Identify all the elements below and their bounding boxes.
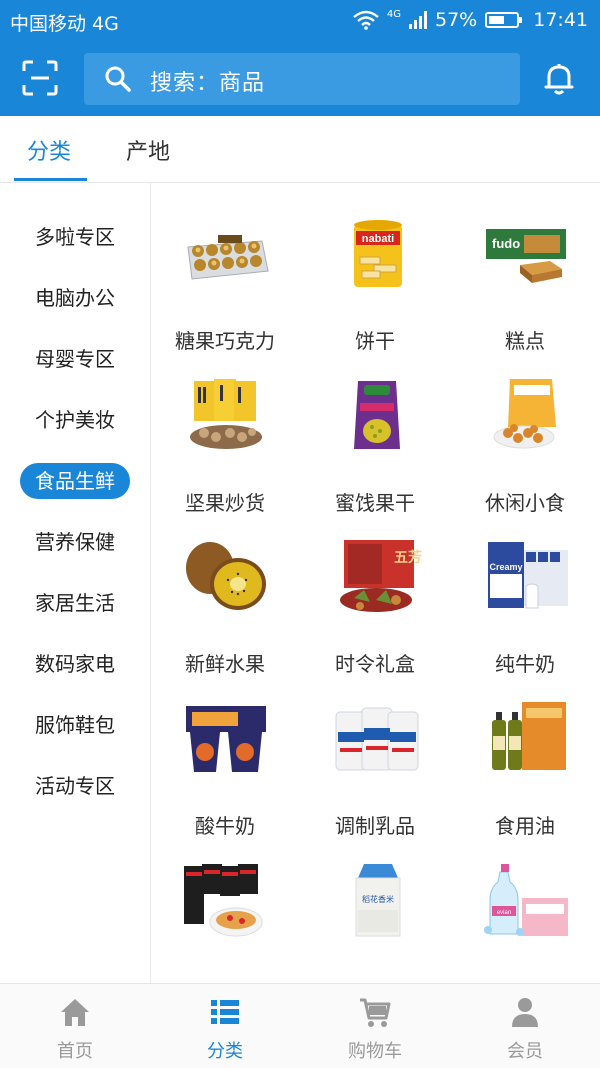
kiwi-fruit-image xyxy=(186,542,266,610)
shopping-cart-icon xyxy=(360,998,391,1027)
chocolate-box-image xyxy=(187,235,269,280)
category-item-nuts[interactable]: 坚果炒货 xyxy=(150,345,300,515)
nav-member[interactable]: 会员 xyxy=(450,984,600,1068)
scan-icon[interactable] xyxy=(22,60,58,96)
category-grid: 糖果巧克力 nabati 饼干 fudo 糕点 坚果炒货 蜜饯果干 休闲小食 新… xyxy=(150,183,600,983)
category-item-snacks[interactable]: 休闲小食 xyxy=(450,345,600,515)
sidebar-item-mother-baby[interactable]: 母婴专区 xyxy=(0,343,150,372)
sidebar-item-duola[interactable]: 多啦专区 xyxy=(0,221,150,250)
snack-bag-image xyxy=(493,379,556,449)
category-item-seasonal-gift[interactable]: 五芳 时令礼盒 xyxy=(300,506,450,676)
user-icon xyxy=(512,998,538,1027)
dried-fruit-bag-image xyxy=(354,381,400,449)
category-item-yogurt[interactable]: 酸牛奶 xyxy=(150,668,300,838)
nuts-bags-image xyxy=(190,379,262,449)
sidebar-item-personal-care[interactable]: 个护美妆 xyxy=(0,404,150,433)
sidebar-item-home-living[interactable]: 家居生活 xyxy=(0,587,150,616)
svg-text:稻花香米: 稻花香米 xyxy=(362,894,394,904)
yogurt-cups-image xyxy=(186,706,266,772)
nav-category[interactable]: 分类 xyxy=(150,984,300,1068)
sidebar-item-apparel[interactable]: 服饰鞋包 xyxy=(0,709,150,738)
sidebar-item-activity[interactable]: 活动专区 xyxy=(0,770,150,799)
milk-carton-image: Creamy xyxy=(488,542,568,609)
category-tabs: 分类 产地 xyxy=(0,116,600,183)
carrier-label: 中国移动 4G xyxy=(10,13,119,35)
category-item-candy-chocolate[interactable]: 糖果巧克力 xyxy=(150,183,300,353)
biscuit-can-image: nabati xyxy=(354,220,402,287)
list-icon xyxy=(211,1000,239,1024)
oil-bottles-image xyxy=(492,702,566,770)
category-item-pure-milk[interactable]: Creamy 纯牛奶 xyxy=(450,506,600,676)
home-icon xyxy=(61,999,89,1026)
search-icon xyxy=(105,66,131,92)
sidebar-item-food-fresh[interactable]: 食品生鲜 xyxy=(0,463,150,499)
category-item-dried-fruit[interactable]: 蜜饯果干 xyxy=(300,345,450,515)
category-item-dairy[interactable]: 调制乳品 xyxy=(300,668,450,838)
category-item-rice[interactable]: 稻花香米 xyxy=(300,830,450,983)
svg-text:fudo: fudo xyxy=(492,236,520,251)
bottom-navigation: 首页 分类 购物车 会员 xyxy=(0,983,600,1068)
category-sidebar: 多啦专区 电脑办公 母婴专区 个护美妆 食品生鲜 营养保健 家居生活 数码家电 … xyxy=(0,183,151,983)
svg-text:五芳: 五芳 xyxy=(394,549,422,566)
category-item-cooking-oil[interactable]: 食用油 xyxy=(450,668,600,838)
category-item-instant-noodles[interactable] xyxy=(150,830,300,983)
nav-cart[interactable]: 购物车 xyxy=(300,984,450,1068)
bell-icon[interactable] xyxy=(543,62,575,96)
tab-category[interactable]: 分类 xyxy=(27,134,71,166)
tab-origin[interactable]: 产地 xyxy=(126,134,170,166)
svg-text:nabati: nabati xyxy=(362,233,394,245)
wifi-icon xyxy=(353,10,379,30)
nav-home[interactable]: 首页 xyxy=(0,984,150,1068)
rice-bag-image: 稻花香米 xyxy=(355,864,401,937)
category-item-pastry[interactable]: fudo 糕点 xyxy=(450,183,600,353)
sidebar-item-nutrition[interactable]: 营养保健 xyxy=(0,526,150,555)
svg-text:Creamy: Creamy xyxy=(489,562,522,572)
svg-text:evian: evian xyxy=(497,910,511,916)
battery-icon xyxy=(485,12,523,28)
clock: 17:41 xyxy=(533,9,588,31)
dairy-tubs-image xyxy=(335,707,419,771)
active-tab-indicator xyxy=(14,178,87,181)
battery-percent: 57% xyxy=(435,9,478,31)
water-bottle-image: evian xyxy=(484,864,568,936)
status-bar: 中国移动 4G 4G 57% 17:41 xyxy=(0,0,600,42)
pastry-box-image: fudo xyxy=(486,229,566,283)
search-bar[interactable]: 搜索：商品 xyxy=(84,53,520,105)
sidebar-item-computer-office[interactable]: 电脑办公 xyxy=(0,282,150,311)
network-label: 4G xyxy=(386,8,401,20)
category-item-water[interactable]: evian xyxy=(450,830,600,983)
signal-icon xyxy=(409,11,427,29)
category-item-biscuits[interactable]: nabati 饼干 xyxy=(300,183,450,353)
sidebar-item-digital-appliance[interactable]: 数码家电 xyxy=(0,648,150,677)
gift-box-image: 五芳 xyxy=(340,540,422,612)
search-placeholder: 搜索：商品 xyxy=(150,71,266,96)
noodle-packs-image xyxy=(184,864,263,937)
category-item-fresh-fruit[interactable]: 新鲜水果 xyxy=(150,506,300,676)
app-header: 搜索：商品 xyxy=(0,42,600,116)
